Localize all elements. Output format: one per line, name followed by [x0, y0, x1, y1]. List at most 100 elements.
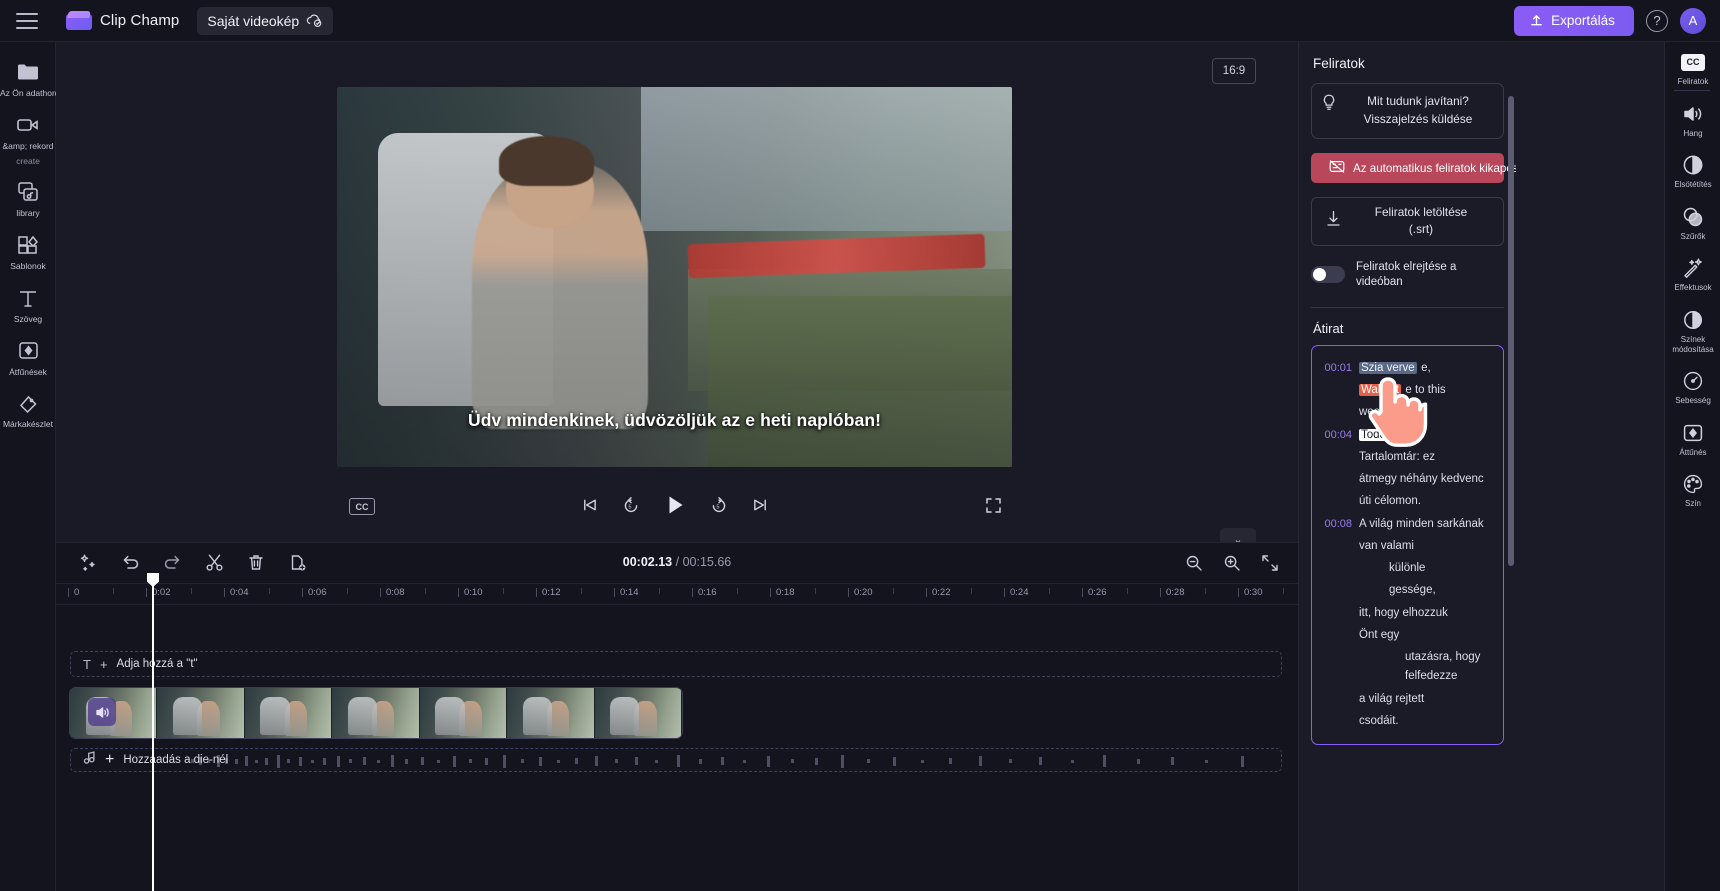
transcript-text[interactable]: úti célomon. — [1359, 491, 1421, 510]
transcript-word[interactable]: különle — [1389, 562, 1425, 574]
transcript-word[interactable]: csodáit. — [1359, 715, 1399, 727]
transcript-word[interactable]: Tartalomtár: ez — [1359, 451, 1435, 463]
transcript-line[interactable]: utazásra, hogy felfedezze — [1318, 646, 1495, 688]
right-rail-item-sz-nek-m-dos-t-sa[interactable]: Színek módosítása — [1665, 300, 1720, 361]
skip-back-icon[interactable] — [581, 497, 598, 513]
transcript-word[interactable]: A világ minden sarkának — [1359, 518, 1484, 530]
zoom-out-icon[interactable] — [1184, 553, 1204, 573]
turn-off-auto-captions-button[interactable]: Az automatikus feliratok kikapcsolása — [1311, 153, 1546, 184]
transcript-word[interactable]: Walcott — [1359, 384, 1401, 397]
hide-captions-toggle-row[interactable]: Feliratok elrejtése a videóban — [1311, 260, 1504, 290]
brand[interactable]: Clip Champ — [66, 10, 179, 31]
transcript-word[interactable]: a világ rejtett — [1359, 693, 1424, 705]
play-icon[interactable] — [664, 494, 686, 516]
transcript-text[interactable]: a világ rejtett — [1359, 689, 1424, 708]
ruler-tick: 0:02 — [146, 587, 171, 598]
speed-gauge-icon — [1681, 370, 1705, 392]
sidebar-item-brand-kit[interactable]: Márkakészlet — [0, 383, 56, 436]
right-rail-item-sz-n[interactable]: Szín — [1665, 464, 1720, 516]
transcript-text[interactable]: csodáit. — [1359, 711, 1399, 730]
right-rail-item-sebess-g[interactable]: Sebesség — [1665, 361, 1720, 413]
panel-scrollbar[interactable] — [1508, 96, 1514, 566]
sidebar-item-library[interactable]: library — [0, 172, 56, 225]
transcript-text[interactable]: utazásra, hogy felfedezze — [1359, 647, 1495, 686]
sidebar-item-record-create[interactable]: &amp; rekord create — [0, 105, 56, 173]
skip-forward-icon[interactable] — [752, 497, 769, 513]
transcript-word[interactable]: úti célomon. — [1359, 495, 1421, 507]
transcript-line[interactable]: itt, hogy elhozzuk — [1318, 601, 1495, 623]
project-name-chip[interactable]: Saját videokép — [197, 6, 334, 35]
hide-captions-toggle[interactable] — [1311, 266, 1345, 283]
rewind-5-icon[interactable]: 5 — [622, 496, 640, 514]
transcript-text[interactable]: itt, hogy elhozzuk — [1359, 603, 1448, 622]
help-icon[interactable]: ? — [1646, 9, 1668, 32]
transcript-text[interactable]: week's — [1359, 402, 1394, 421]
transcript-line[interactable]: Walcott e to this — [1318, 379, 1495, 401]
transcript-line[interactable]: a világ rejtett — [1318, 687, 1495, 709]
transcript-word[interactable]: gessége, — [1389, 584, 1436, 596]
transcript-text[interactable]: átmegy néhány kedvenc — [1359, 469, 1484, 488]
transcript-word[interactable]: átmegy néhány kedvenc — [1359, 473, 1484, 485]
transcript-word[interactable]: , — [1392, 429, 1395, 441]
transcript-text[interactable]: Walcott e to this — [1359, 380, 1446, 399]
transcript-text[interactable]: Szia verve e, — [1359, 358, 1431, 377]
transcript-text[interactable]: Önt egy — [1359, 625, 1399, 644]
transcript-word[interactable]: utazásra, hogy felfedezze — [1405, 651, 1480, 682]
transcript-word[interactable]: e to this — [1405, 384, 1445, 396]
transcript-line[interactable]: különle — [1318, 557, 1495, 579]
transcript-text[interactable]: különle — [1359, 558, 1425, 577]
sidebar-item-transitions[interactable]: Átfűnések — [0, 331, 56, 384]
transcript-word[interactable]: van valami — [1359, 540, 1414, 552]
transcript-word[interactable]: week's — [1359, 406, 1394, 418]
transcript-text[interactable]: gessége, — [1359, 580, 1436, 599]
transcript-line[interactable]: átmegy néhány kedvenc — [1318, 468, 1495, 490]
transcript-text[interactable]: Todd , — [1359, 425, 1396, 444]
zoom-in-icon[interactable] — [1222, 553, 1242, 573]
ruler-tick: 0:18 — [770, 587, 795, 598]
transcript-line[interactable]: week's — [1318, 401, 1495, 423]
audio-track-placeholder[interactable]: + Hozzáadás a die-nél — [70, 748, 1282, 772]
transcript-line[interactable]: van valami — [1318, 534, 1495, 556]
aspect-ratio-button[interactable]: 16:9 — [1212, 58, 1256, 84]
transcript-line[interactable]: Önt egy — [1318, 623, 1495, 645]
transcript-line[interactable]: úti célomon. — [1318, 490, 1495, 512]
transcript-word[interactable]: Todd — [1359, 428, 1388, 441]
transcript-text[interactable]: van valami — [1359, 536, 1414, 555]
fullscreen-icon[interactable] — [985, 497, 1002, 519]
transcript-line[interactable]: 00:04 Todd , — [1318, 423, 1495, 445]
download-captions-button[interactable]: Feliratok letöltése (.srt) — [1311, 197, 1504, 246]
transcript-line[interactable]: csodáit. — [1318, 709, 1495, 731]
export-button[interactable]: Exportálás — [1514, 5, 1634, 36]
right-rail-item--tt-n-s[interactable]: Áttűnés — [1665, 413, 1720, 465]
right-rail-item-feliratok[interactable]: CC Feliratok — [1665, 42, 1720, 94]
transcript-word[interactable]: Szia verve — [1359, 361, 1417, 374]
right-rail-item-effektusok[interactable]: Effektusok — [1665, 248, 1720, 300]
transcript-box[interactable]: 00:01 Szia verve e, Walcott e to this week'… — [1311, 345, 1504, 745]
transcript-line[interactable]: 00:08 A világ minden sarkának — [1318, 512, 1495, 534]
right-rail-item-hang[interactable]: Hang — [1665, 94, 1720, 146]
transcript-line[interactable]: gessége, — [1318, 579, 1495, 601]
right-rail-item-sz-r-k[interactable]: Szűrők — [1665, 197, 1720, 249]
transcript-word[interactable]: Önt egy — [1359, 629, 1399, 641]
transcript-line[interactable]: Tartalomtár: ez — [1318, 445, 1495, 467]
timeline-ruler[interactable]: 0 0:02 0:04 0:06 0:08 0:10 0:12 0:14 0:16 0:18 0:2… — [56, 583, 1298, 605]
fit-to-screen-icon[interactable] — [1260, 553, 1280, 573]
forward-5-icon[interactable]: 5 — [710, 496, 728, 514]
transcript-word[interactable]: e, — [1421, 362, 1431, 374]
transcript-line[interactable]: 00:01 Szia verve e, — [1318, 356, 1495, 378]
right-rail-item-els-t-t-t-s[interactable]: Elsötétítés — [1665, 145, 1720, 197]
video-preview[interactable]: Üdv mindenkinek, üdvözöljük az e heti na… — [337, 87, 1012, 467]
feedback-box[interactable]: Mit tudunk javítani? Visszajelzés küldés… — [1311, 83, 1504, 140]
text-track-placeholder[interactable]: T + Adja hozzá a "t" — [70, 651, 1282, 677]
speaker-icon[interactable] — [88, 698, 116, 726]
video-clip[interactable] — [69, 687, 683, 739]
sidebar-item-media[interactable]: Az Ön adathordozója — [0, 52, 56, 105]
transcript-word[interactable]: itt, hogy elhozzuk — [1359, 607, 1448, 619]
sidebar-item-text[interactable]: Szöveg — [0, 278, 56, 331]
sidebar-item-templates[interactable]: Sablonok — [0, 225, 56, 278]
transcript-text[interactable]: Tartalomtár: ez — [1359, 447, 1435, 466]
hamburger-icon[interactable] — [16, 12, 38, 29]
avatar[interactable]: A — [1680, 7, 1706, 34]
playhead[interactable] — [147, 573, 159, 891]
transcript-text[interactable]: A világ minden sarkának — [1359, 514, 1484, 533]
